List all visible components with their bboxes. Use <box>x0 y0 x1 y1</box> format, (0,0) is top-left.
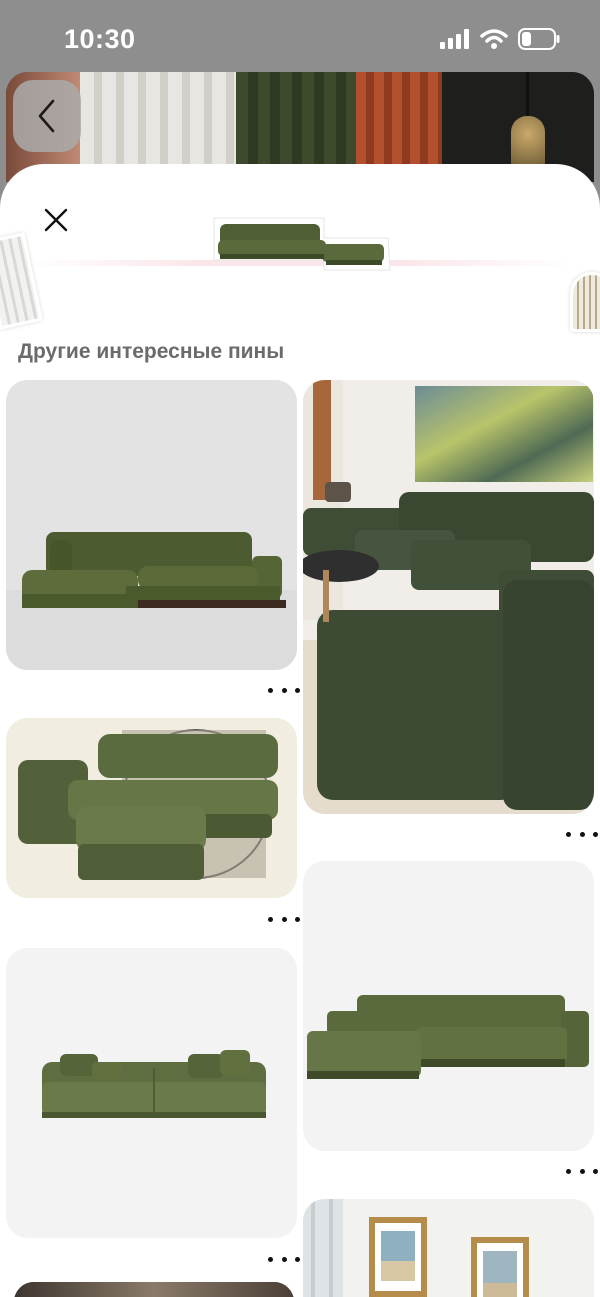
pin-card[interactable] <box>14 1282 294 1297</box>
pin-card[interactable] <box>303 1199 594 1297</box>
more-dots-icon[interactable] <box>268 683 300 697</box>
selected-object-thumbnail[interactable] <box>206 208 396 280</box>
status-bar: 10:30 <box>0 0 600 72</box>
signal-icon <box>440 29 469 49</box>
chevron-left-icon <box>38 99 55 133</box>
close-button[interactable] <box>38 202 74 238</box>
more-dots-icon[interactable] <box>566 827 598 841</box>
pin-card[interactable] <box>6 718 297 898</box>
pin-card[interactable] <box>303 380 594 814</box>
close-icon <box>44 208 68 232</box>
related-pins-sheet: Другие интересные пины <box>0 164 600 1297</box>
pin-image-room-framed-pictures <box>303 1199 594 1297</box>
pin-image-modular-sofa-ottoman <box>6 718 297 898</box>
battery-icon <box>518 28 560 50</box>
pin-image-living-room-sofa <box>303 380 594 814</box>
pin-image-green-chaise-sofa <box>303 861 594 1151</box>
pin-image-partial <box>14 1282 294 1297</box>
wifi-icon <box>480 29 508 49</box>
status-time: 10:30 <box>64 24 136 54</box>
side-pin-preview-left[interactable] <box>0 232 43 330</box>
pin-card[interactable] <box>6 948 297 1238</box>
section-title: Другие интересные пины <box>18 340 285 363</box>
back-button[interactable] <box>13 80 81 152</box>
pin-image-green-corner-sofa <box>6 380 297 670</box>
pin-image-olive-three-seat-sofa <box>6 948 297 1238</box>
more-dots-icon[interactable] <box>268 1252 300 1266</box>
side-pin-preview-right[interactable] <box>570 272 600 332</box>
more-dots-icon[interactable] <box>566 1164 598 1178</box>
pin-card[interactable] <box>303 861 594 1151</box>
status-icons <box>440 28 560 50</box>
pin-card[interactable] <box>6 380 297 670</box>
more-dots-icon[interactable] <box>268 912 300 926</box>
